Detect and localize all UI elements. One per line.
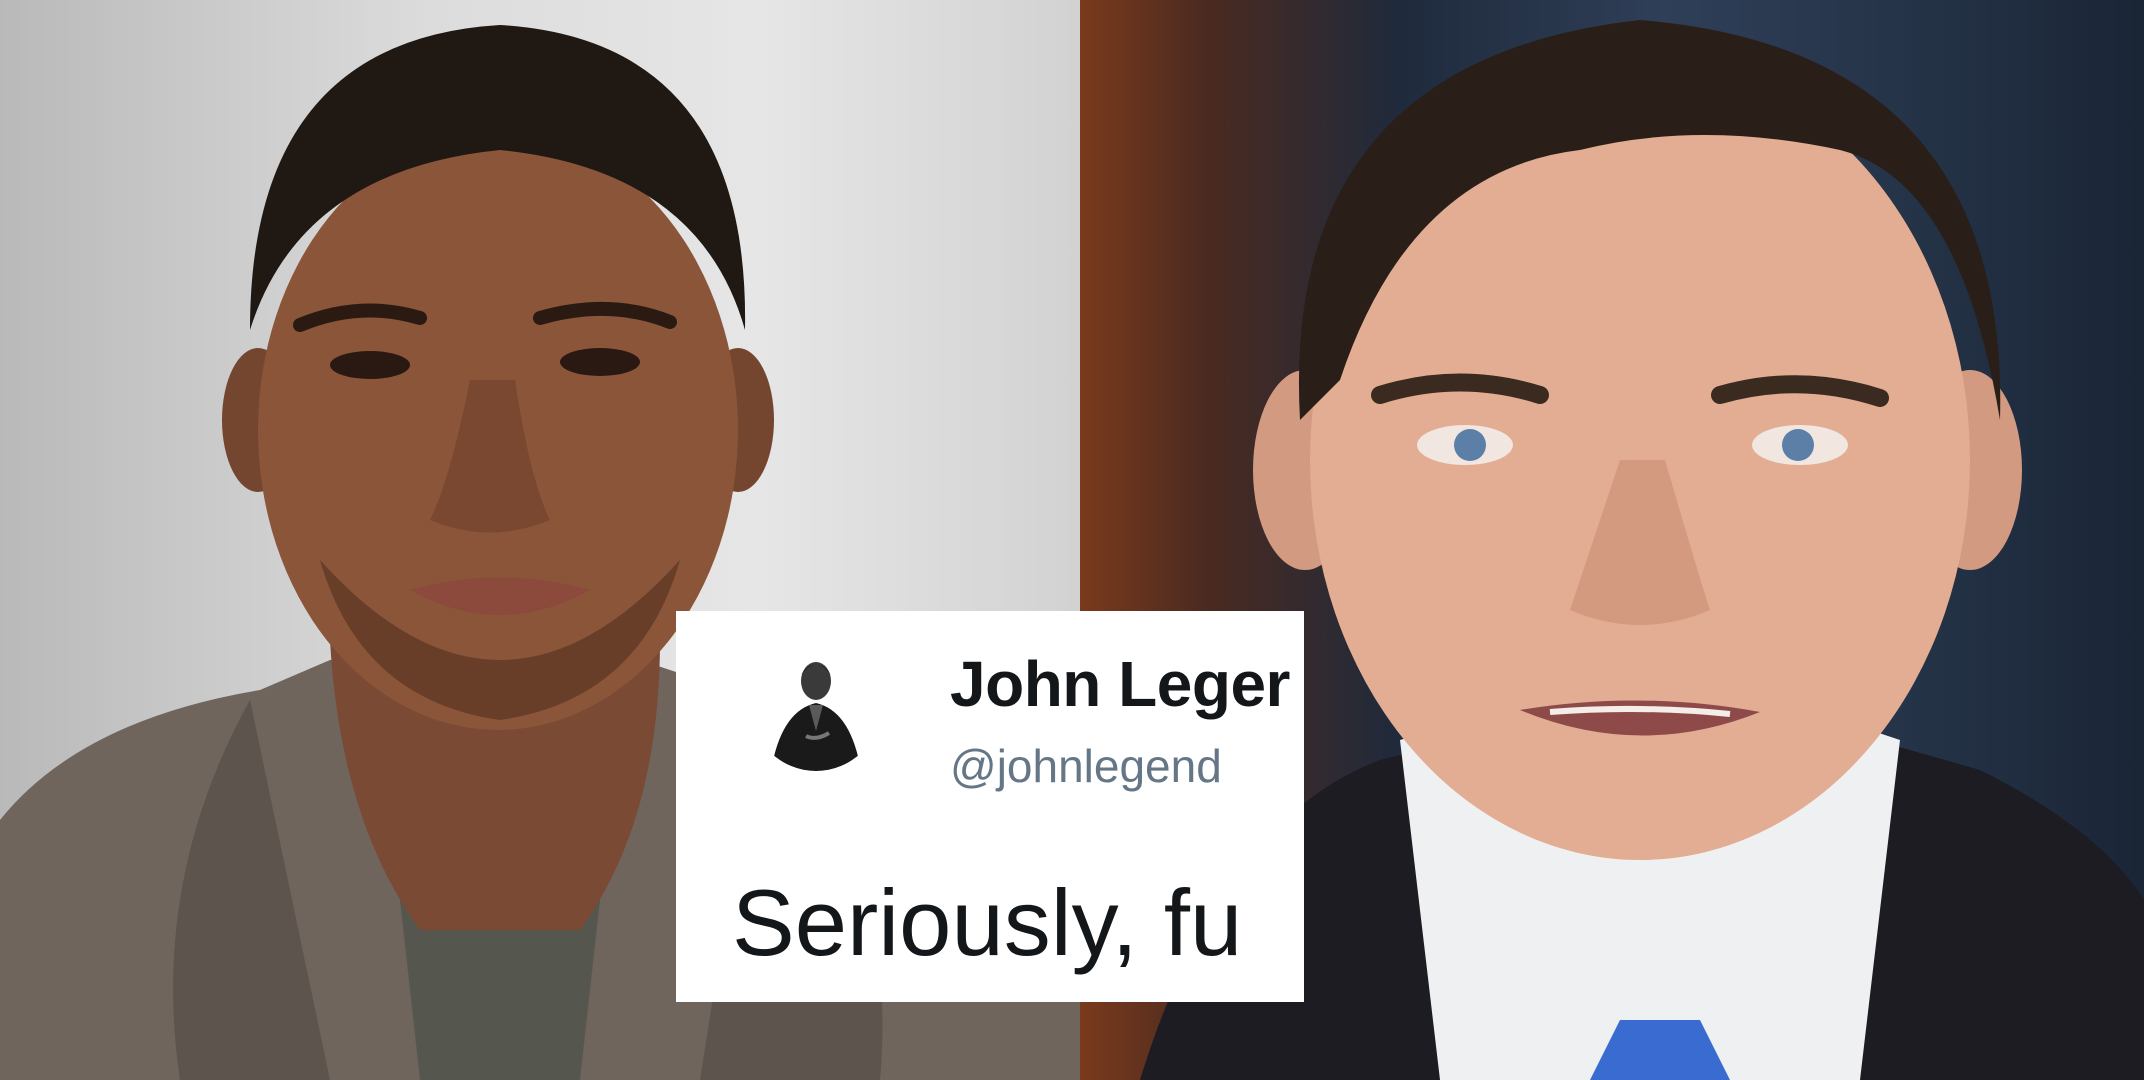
- tweet-text: Seriously, fu: [732, 870, 1243, 975]
- tweet-author-handle[interactable]: @johnlegend: [950, 739, 1222, 793]
- avatar[interactable]: [751, 641, 881, 771]
- tweet-author-name[interactable]: John Leger: [950, 647, 1290, 721]
- tweet-card: John Leger @johnlegend Seriously, fu: [676, 611, 1304, 1002]
- composite-image: John Leger @johnlegend Seriously, fu: [0, 0, 2144, 1080]
